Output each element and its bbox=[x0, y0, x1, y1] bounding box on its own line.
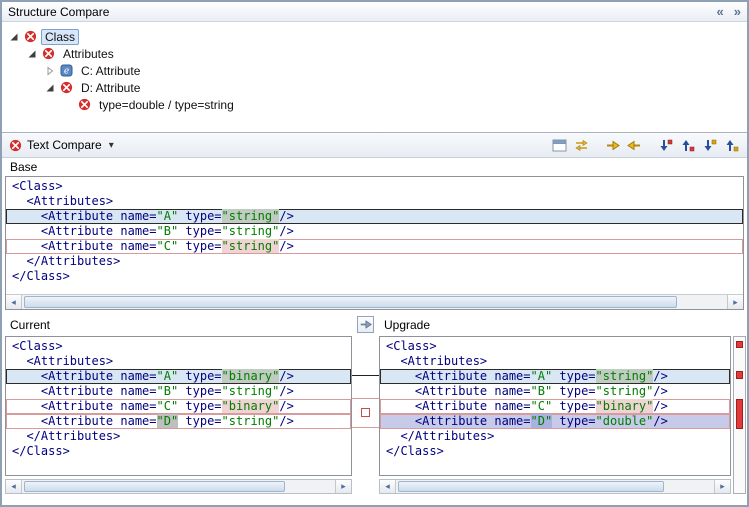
overview-ruler[interactable] bbox=[733, 336, 746, 494]
previous-difference-icon[interactable] bbox=[677, 136, 697, 154]
svg-text:e: e bbox=[63, 67, 68, 77]
current-pane-label: Current bbox=[10, 317, 50, 333]
swap-left-and-right-icon[interactable] bbox=[571, 136, 591, 154]
code-line[interactable]: <Attribute name="D" type="double"/> bbox=[380, 414, 730, 429]
expander-expanded-icon[interactable] bbox=[44, 82, 55, 93]
scroll-right-arrow-icon[interactable]: ▸ bbox=[727, 295, 743, 309]
code-line[interactable]: <Attribute name="A" type="binary"/> bbox=[6, 369, 351, 384]
tree-item[interactable]: e C: Attribute bbox=[2, 62, 747, 79]
conflict-diff-icon bbox=[23, 30, 37, 44]
code-line[interactable]: </Attributes> bbox=[6, 429, 351, 444]
code-line[interactable]: <Attribute name="C" type="binary"/> bbox=[6, 399, 351, 414]
scroll-track[interactable] bbox=[22, 480, 335, 493]
text-compare-title: Text Compare bbox=[27, 138, 102, 152]
code-line[interactable]: <Attribute name="B" type="string"/> bbox=[380, 384, 730, 399]
conflict-diff-icon bbox=[41, 47, 55, 61]
code-line[interactable]: </Class> bbox=[380, 444, 730, 459]
show-ancestor-pane-icon[interactable] bbox=[549, 136, 569, 154]
tree-item-label: Attributes bbox=[59, 46, 118, 62]
scroll-right-arrow-icon[interactable]: ▸ bbox=[714, 480, 730, 493]
text-compare-toolbar bbox=[549, 136, 741, 154]
scroll-thumb[interactable] bbox=[398, 481, 664, 492]
compare-editor-window: Structure Compare « » ClassAttributes e C:… bbox=[0, 0, 749, 507]
base-pane-label: Base bbox=[10, 159, 37, 175]
scroll-right-arrow-icon[interactable]: ▸ bbox=[335, 480, 351, 493]
tree-item[interactable]: Attributes bbox=[2, 45, 747, 62]
copy-all-from-left-to-right-icon[interactable] bbox=[602, 136, 622, 154]
code-line[interactable]: <Attributes> bbox=[380, 354, 730, 369]
code-line[interactable]: <Attribute name="A" type="string"/> bbox=[6, 209, 743, 224]
upgrade-pane-label: Upgrade bbox=[384, 317, 430, 333]
scroll-left-arrow-icon[interactable]: ◂ bbox=[6, 295, 22, 309]
tree-item[interactable]: type=double / type=string bbox=[2, 96, 747, 113]
expander-expanded-icon[interactable] bbox=[8, 31, 19, 42]
eattribute-icon: e bbox=[59, 64, 73, 78]
base-h-scrollbar[interactable]: ◂ ▸ bbox=[6, 294, 743, 309]
code-line[interactable]: <Attribute name="C" type="binary"/> bbox=[380, 399, 730, 414]
structure-compare-header: Structure Compare « » bbox=[2, 2, 747, 22]
double-chevron-right-icon[interactable]: » bbox=[734, 4, 741, 19]
tree-item[interactable]: Class bbox=[2, 28, 747, 45]
scroll-left-arrow-icon[interactable]: ◂ bbox=[6, 480, 22, 493]
tree-item-label: Class bbox=[41, 29, 79, 45]
code-line[interactable]: <Attribute name="D" type="string"/> bbox=[6, 414, 351, 429]
code-line[interactable]: </Class> bbox=[6, 444, 351, 459]
code-line[interactable]: <Attribute name="B" type="string"/> bbox=[6, 384, 351, 399]
code-line[interactable]: </Class> bbox=[6, 269, 743, 284]
code-line[interactable]: <Attributes> bbox=[6, 194, 743, 209]
direction-arrow-button[interactable] bbox=[357, 316, 374, 333]
code-line[interactable]: </Attributes> bbox=[380, 429, 730, 444]
previous-change-icon[interactable] bbox=[721, 136, 741, 154]
diff-connector-lines bbox=[352, 336, 379, 476]
code-line[interactable]: <Attributes> bbox=[6, 354, 351, 369]
current-pane[interactable]: <Class> <Attributes> <Attribute name="A"… bbox=[5, 336, 352, 476]
merge-handle bbox=[362, 409, 370, 417]
diff-overview-marker[interactable] bbox=[736, 371, 743, 379]
scroll-left-arrow-icon[interactable]: ◂ bbox=[380, 480, 396, 493]
next-change-icon[interactable] bbox=[699, 136, 719, 154]
expander-collapsed-icon[interactable] bbox=[44, 65, 55, 76]
current-h-scrollbar[interactable]: ◂ ▸ bbox=[5, 479, 352, 494]
code-line[interactable]: <Class> bbox=[6, 179, 743, 194]
tree-item[interactable]: D: Attribute bbox=[2, 79, 747, 96]
next-difference-icon[interactable] bbox=[655, 136, 675, 154]
code-line[interactable]: <Class> bbox=[380, 339, 730, 354]
conflict-diff-icon bbox=[8, 138, 22, 152]
expander-spacer bbox=[62, 99, 73, 110]
upgrade-h-scrollbar[interactable]: ◂ ▸ bbox=[379, 479, 731, 494]
base-pane[interactable]: <Class> <Attributes> <Attribute name="A"… bbox=[5, 176, 744, 310]
scroll-thumb[interactable] bbox=[24, 481, 285, 492]
structure-compare-tree[interactable]: ClassAttributes e C: AttributeD: Attribute… bbox=[2, 22, 747, 132]
scroll-track[interactable] bbox=[396, 480, 714, 493]
code-line[interactable]: <Attribute name="B" type="string"/> bbox=[6, 224, 743, 239]
scroll-track[interactable] bbox=[22, 295, 727, 309]
text-compare-header: Text Compare ▾ bbox=[2, 132, 747, 158]
code-line[interactable]: <Class> bbox=[6, 339, 351, 354]
upgrade-pane[interactable]: <Class> <Attributes> <Attribute name="A"… bbox=[379, 336, 731, 476]
diff-overview-marker[interactable] bbox=[736, 341, 743, 348]
tree-item-label: D: Attribute bbox=[77, 80, 144, 96]
code-line[interactable]: </Attributes> bbox=[6, 254, 743, 269]
chevron-down-icon[interactable]: ▾ bbox=[109, 140, 114, 151]
code-line[interactable]: <Attribute name="C" type="string"/> bbox=[6, 239, 743, 254]
tree-item-label: type=double / type=string bbox=[95, 97, 238, 113]
double-chevron-left-icon[interactable]: « bbox=[717, 4, 724, 19]
scroll-thumb[interactable] bbox=[24, 296, 677, 308]
structure-compare-title: Structure Compare bbox=[8, 5, 109, 19]
code-line[interactable]: <Attribute name="A" type="string"/> bbox=[380, 369, 730, 384]
right-arrow-icon bbox=[359, 318, 372, 331]
tree-item-label: C: Attribute bbox=[77, 63, 144, 79]
diff-overview-marker[interactable] bbox=[736, 399, 743, 429]
conflict-diff-icon bbox=[77, 98, 91, 112]
expander-expanded-icon[interactable] bbox=[26, 48, 37, 59]
structure-compare-header-buttons: « » bbox=[717, 4, 741, 19]
copy-all-from-right-to-left-icon[interactable] bbox=[624, 136, 644, 154]
conflict-diff-icon bbox=[59, 81, 73, 95]
